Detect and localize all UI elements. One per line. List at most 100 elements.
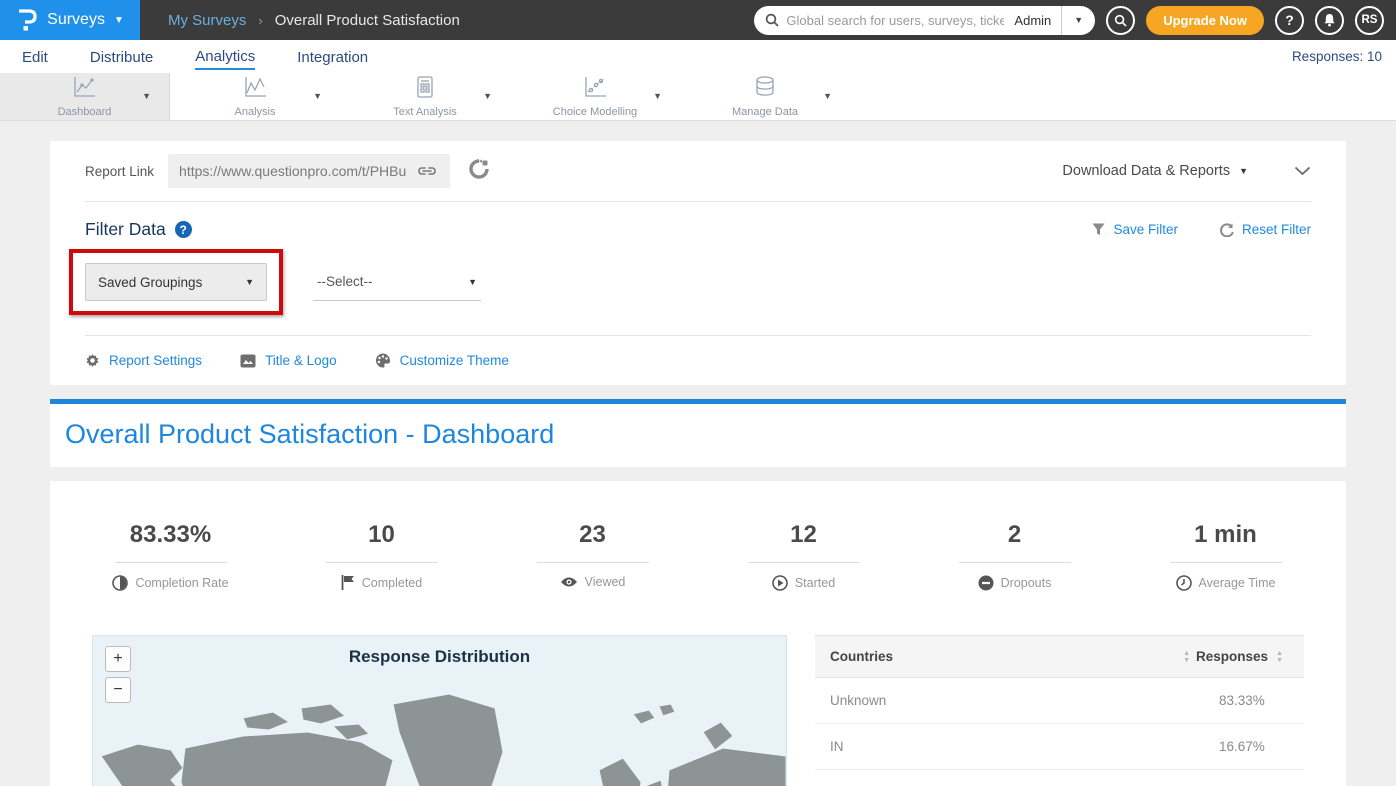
collapse-chevron-icon[interactable] (1294, 166, 1311, 176)
tab-manage-data[interactable]: Manage Data ▼ (680, 73, 850, 120)
stat-value: 12 (698, 521, 909, 549)
reset-filter-label: Reset Filter (1242, 222, 1311, 237)
customize-theme-label: Customize Theme (400, 353, 509, 368)
funnel-icon (1092, 223, 1105, 236)
tab-analysis[interactable]: Analysis ▼ (170, 73, 340, 120)
visualizations-row: Response Distribution + − (50, 591, 1346, 786)
tab-text-analysis[interactable]: Text Analysis ▼ (340, 73, 510, 120)
response-distribution-map[interactable]: Response Distribution + − (92, 635, 787, 786)
country-cell: Unknown (830, 693, 1219, 708)
global-search-input[interactable] (786, 13, 1004, 28)
nav-item-analytics[interactable]: Analytics (195, 43, 255, 70)
nav-item-distribute[interactable]: Distribute (90, 44, 153, 69)
title-logo-link[interactable]: Title & Logo (240, 353, 337, 368)
report-filter-card: Report Link https://www.questionpro.com/… (50, 141, 1346, 385)
link-security-icon[interactable] (468, 158, 490, 185)
tab-dashboard[interactable]: Dashboard ▼ (0, 73, 170, 120)
stat-viewed: 23 Viewed (487, 521, 698, 591)
tab-label: Dashboard (58, 106, 112, 118)
scatter-chart-icon (582, 75, 608, 104)
dashboard-title-section: Overall Product Satisfaction - Dashboard (50, 399, 1346, 467)
notifications-button[interactable] (1315, 6, 1344, 35)
surveys-product-menu[interactable]: Surveys ▼ (0, 0, 140, 40)
responses-count: Responses: 10 (1292, 49, 1382, 64)
grouping-select-value: --Select-- (317, 274, 373, 289)
chevron-down-icon: ▼ (114, 15, 124, 26)
download-data-reports-dropdown[interactable]: Download Data & Reports ▼ (1062, 163, 1248, 179)
reset-filter-button[interactable]: Reset Filter (1220, 222, 1311, 237)
saved-groupings-dropdown[interactable]: Saved Groupings ▼ (85, 263, 267, 301)
chevron-down-icon[interactable]: ▼ (142, 91, 151, 101)
upgrade-now-button[interactable]: Upgrade Now (1146, 6, 1264, 35)
nav-item-integration[interactable]: Integration (297, 44, 368, 69)
chevron-down-icon[interactable]: ▼ (313, 91, 322, 101)
line-chart-icon (71, 75, 97, 104)
stat-label: Started (795, 576, 835, 590)
chevron-down-icon[interactable]: ▼ (483, 91, 492, 101)
countries-table-header: Countries ▲▼ Responses ▲▼ (815, 635, 1304, 678)
clock-icon (1176, 575, 1192, 591)
gear-icon (85, 353, 100, 368)
global-search[interactable]: Admin ▼ (754, 6, 1095, 35)
minus-circle-icon (978, 575, 994, 591)
stat-dropouts: 2 Dropouts (909, 521, 1120, 591)
tab-label: Manage Data (732, 106, 798, 118)
country-cell: IN (830, 739, 1219, 754)
search-icon (765, 13, 779, 27)
link-icon (417, 165, 437, 177)
image-icon (240, 354, 256, 368)
stat-label: Average Time (1199, 576, 1276, 590)
filter-data-title: Filter Data (85, 219, 166, 240)
filter-help-icon[interactable]: ? (175, 221, 192, 238)
countries-column-header[interactable]: Countries (830, 649, 893, 664)
sort-icon[interactable]: ▲▼ (1276, 650, 1283, 664)
caret-down-icon: ▼ (1239, 166, 1248, 176)
page-title: Overall Product Satisfaction - Dashboard (65, 419, 1331, 450)
tab-label: Text Analysis (393, 106, 457, 118)
saved-groupings-value: Saved Groupings (98, 275, 202, 290)
product-name: Surveys (47, 11, 105, 29)
sort-icon[interactable]: ▲▼ (1183, 650, 1190, 664)
nav-item-edit[interactable]: Edit (22, 44, 48, 69)
palette-icon (375, 353, 391, 368)
breadcrumb-my-surveys[interactable]: My Surveys (168, 12, 246, 29)
tab-label: Choice Modelling (553, 106, 637, 118)
customize-theme-link[interactable]: Customize Theme (375, 353, 509, 368)
title-logo-label: Title & Logo (265, 353, 337, 368)
countries-table: Countries ▲▼ Responses ▲▼ Unknown 83.33%… (815, 635, 1304, 786)
report-link-label: Report Link (85, 164, 154, 179)
bell-icon (1323, 13, 1336, 27)
avatar[interactable]: RS (1355, 6, 1384, 35)
avatar-initials: RS (1362, 14, 1378, 26)
search-scope-label: Admin (1004, 13, 1061, 28)
save-filter-button[interactable]: Save Filter (1092, 222, 1178, 237)
responses-cell: 16.67% (1219, 739, 1289, 754)
stat-value: 23 (487, 521, 698, 549)
stat-average-time: 1 min Average Time (1120, 521, 1331, 591)
annotation-highlight-box: Saved Groupings ▼ (69, 249, 283, 315)
tab-choice-modelling[interactable]: Choice Modelling ▼ (510, 73, 680, 120)
divider (115, 562, 227, 563)
help-button[interactable]: ? (1275, 6, 1304, 35)
responses-column-header[interactable]: Responses (1196, 649, 1268, 664)
responses-cell: 83.33% (1219, 693, 1289, 708)
chevron-down-icon[interactable]: ▼ (823, 91, 832, 101)
stat-label: Completed (362, 576, 422, 590)
world-map (93, 678, 786, 786)
stat-value: 83.33% (65, 521, 276, 549)
report-settings-label: Report Settings (109, 353, 202, 368)
report-settings-link[interactable]: Report Settings (85, 353, 202, 368)
chevron-down-icon[interactable]: ▼ (653, 91, 662, 101)
divider (959, 562, 1071, 563)
map-zoom-in-button[interactable]: + (105, 646, 131, 672)
text-report-icon (414, 75, 436, 104)
search-icon (1114, 14, 1127, 27)
reset-icon (1220, 223, 1234, 237)
database-icon (753, 75, 777, 104)
report-link-box[interactable]: https://www.questionpro.com/t/PHBu (168, 154, 450, 188)
stat-completion-rate: 83.33% Completion Rate (65, 521, 276, 591)
grouping-select-dropdown[interactable]: --Select-- ▼ (313, 263, 481, 301)
top-bar: Surveys ▼ My Surveys › Overall Product S… (0, 0, 1396, 40)
search-button[interactable] (1106, 6, 1135, 35)
search-scope-dropdown[interactable]: ▼ (1062, 6, 1095, 35)
